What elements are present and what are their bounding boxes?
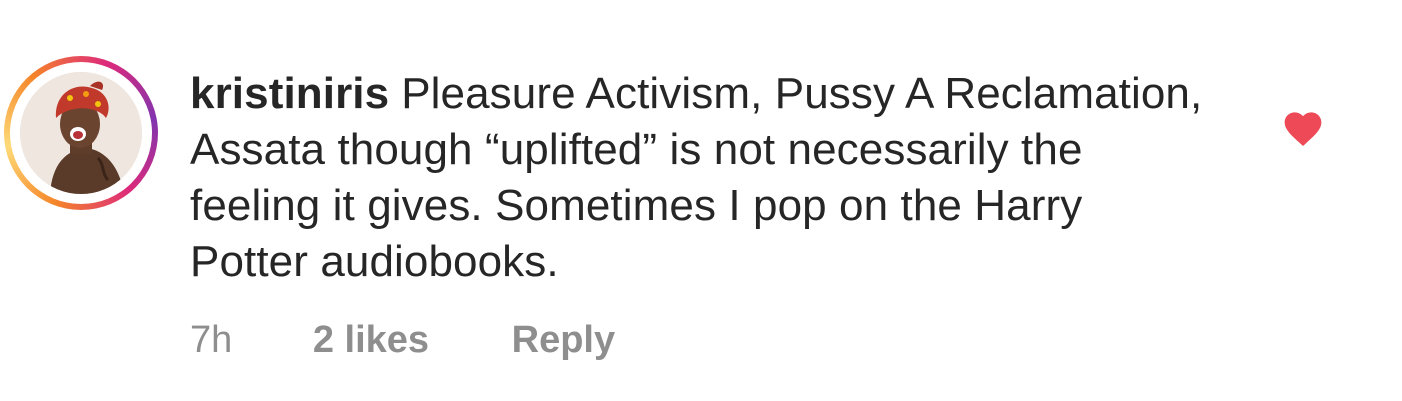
heart-icon[interactable] [1281,106,1325,148]
likes-count[interactable]: 2 likes [313,312,429,368]
reply-button[interactable]: Reply [512,312,615,368]
comment-body: kristiniris Pleasure Activism, Pussy A Re… [190,66,1210,290]
avatar[interactable] [20,72,142,194]
comment-text-block: kristiniris Pleasure Activism, Pussy A Re… [190,66,1210,290]
avatar-story-ring[interactable] [4,56,158,210]
comment-username[interactable]: kristiniris [190,69,389,118]
comment: kristiniris Pleasure Activism, Pussy A Re… [0,0,1402,401]
comment-meta: 7h 2 likes Reply [190,312,615,368]
comment-time: 7h [190,319,233,361]
avatar-image [20,72,142,194]
